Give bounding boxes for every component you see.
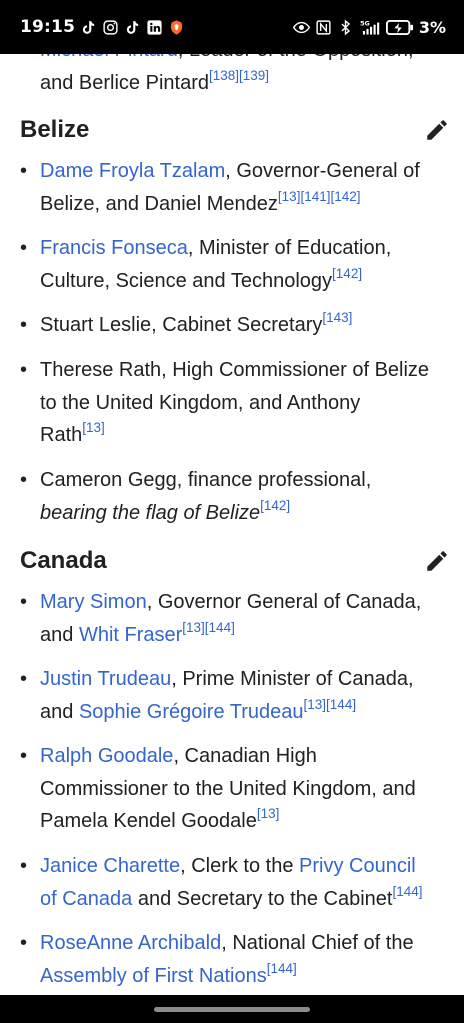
link-privy-council-canada[interactable]: of Canada — [40, 888, 132, 910]
system-nav-bar — [0, 995, 464, 1023]
list-item: Mary Simon, Governor General of Canada, … — [20, 586, 450, 651]
link-sophie-gregoire-trudeau[interactable]: Sophie Grégoire Trudeau — [79, 701, 304, 723]
edit-pencil-icon[interactable] — [424, 117, 450, 143]
svg-text:5G: 5G — [360, 19, 370, 27]
nfc-icon — [315, 19, 332, 36]
section-title: Canada — [20, 547, 107, 574]
list-item: Ralph Goodale, Canadian High Commissione… — [20, 740, 450, 838]
list-item: Dame Froyla Tzalam, Governor-General of … — [20, 155, 450, 220]
link-privy-council[interactable]: Privy Council — [299, 855, 416, 877]
linkedin-icon — [146, 19, 163, 36]
link-roseanne-archibald[interactable]: RoseAnne Archibald — [40, 932, 221, 954]
status-bar: 19:15 5G 3% — [0, 0, 464, 54]
tiktok-icon — [80, 19, 97, 36]
instagram-icon — [102, 19, 119, 36]
citation-ref[interactable]: [13][144] — [182, 620, 235, 635]
citation-ref[interactable]: [144] — [267, 961, 297, 976]
citation-ref[interactable]: [13][141][142] — [278, 189, 361, 204]
list-item: Francis Fonseca, Minister of Education, … — [20, 232, 450, 297]
list-item: Cameron Gegg, finance professional, bear… — [20, 464, 450, 529]
link-justin-trudeau[interactable]: Justin Trudeau — [40, 668, 171, 690]
citation-ref[interactable]: [13][144] — [304, 697, 357, 712]
link-assembly-of-first-nations[interactable]: Assembly of First Nations — [40, 965, 267, 987]
link-whit-fraser[interactable]: Whit Fraser — [79, 624, 182, 646]
section-title: Belize — [20, 116, 90, 143]
eye-icon — [292, 19, 310, 36]
edit-pencil-icon[interactable] — [424, 548, 450, 574]
link-ralph-goodale[interactable]: Ralph Goodale — [40, 745, 173, 767]
citation-ref[interactable]: [13] — [82, 420, 105, 435]
link-froyla-tzalam[interactable]: Dame Froyla Tzalam — [40, 160, 225, 182]
brave-icon — [168, 19, 185, 36]
citation-ref[interactable]: [142] — [332, 266, 362, 281]
list-item: Justin Trudeau, Prime Minister of Canada… — [20, 663, 450, 728]
bluetooth-icon — [337, 19, 354, 36]
battery-percent: 3% — [418, 17, 446, 37]
list-item: Therese Rath, High Commissioner of Beliz… — [20, 354, 450, 452]
battery-charging-icon — [385, 19, 414, 36]
link-francis-fonseca[interactable]: Francis Fonseca — [40, 237, 188, 259]
status-time: 19:15 — [20, 17, 76, 37]
tiktok-icon — [124, 19, 141, 36]
link-janice-charette[interactable]: Janice Charette — [40, 855, 180, 877]
citation-ref[interactable]: [142] — [260, 498, 290, 513]
citation-ref[interactable]: [13] — [257, 806, 280, 821]
citation-ref[interactable]: [144] — [392, 884, 422, 899]
section-heading-canada: Canada — [20, 547, 450, 575]
section-heading-belize: Belize — [20, 116, 450, 144]
home-gesture-handle[interactable] — [154, 1007, 310, 1012]
link-mary-simon[interactable]: Mary Simon — [40, 591, 147, 613]
list-item: Janice Charette, Clerk to the Privy Coun… — [20, 850, 450, 915]
list-item: Stuart Leslie, Cabinet Secretary[143] — [20, 309, 450, 342]
citation-ref[interactable]: [143] — [322, 310, 352, 325]
list-item: RoseAnne Archibald, National Chief of th… — [20, 927, 450, 992]
citation-ref[interactable]: [138][139] — [209, 68, 269, 83]
signal-5g-icon: 5G — [359, 19, 381, 36]
